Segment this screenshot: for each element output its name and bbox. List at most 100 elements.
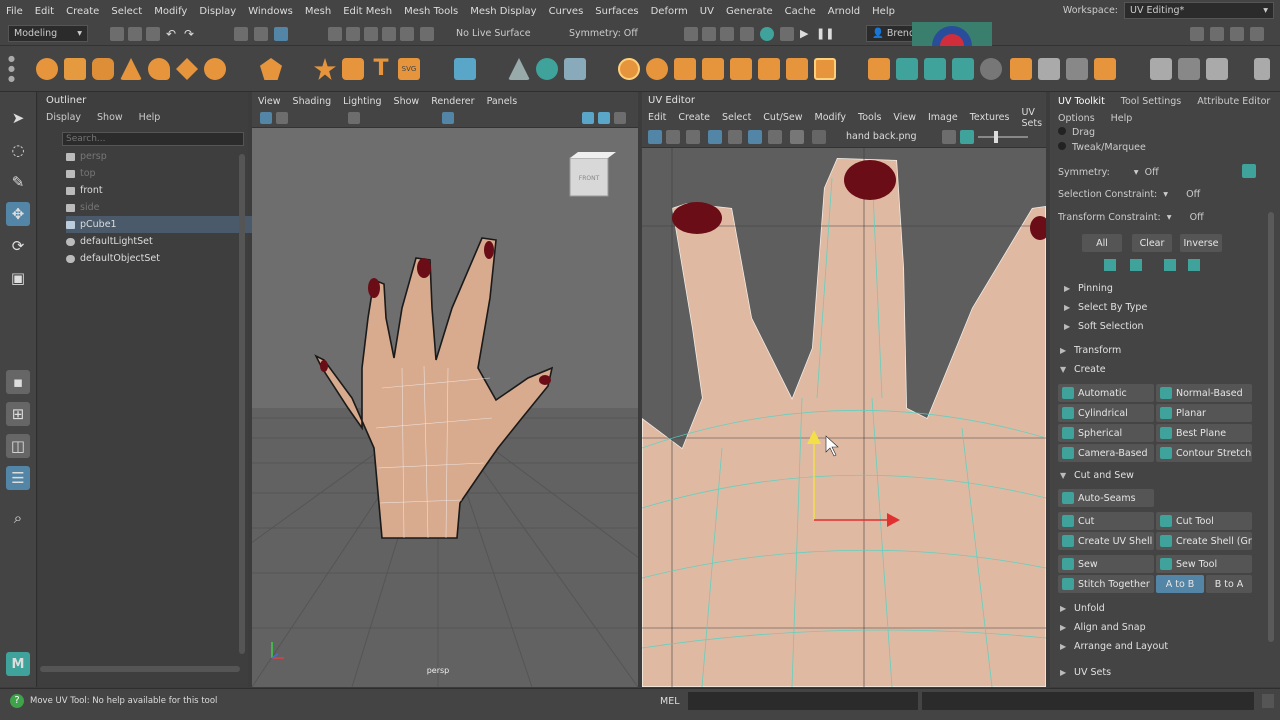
uv-menu-cut-sew[interactable]: Cut/Sew [757,112,808,123]
uv-menu-tools[interactable]: Tools [852,112,887,123]
outliner-item[interactable]: top [66,165,262,182]
poly-torus-icon[interactable] [148,58,170,80]
viewport-menu-view[interactable]: View [252,96,287,107]
type-text-icon[interactable]: T [370,58,392,80]
pinning-section[interactable]: ▶ Pinning [1064,280,1269,297]
brightness-slider-handle[interactable] [994,131,998,143]
toolkit-menu-options[interactable]: Options [1050,113,1103,124]
snap-curve-icon[interactable] [346,27,360,41]
brightness-slider[interactable] [978,136,1028,138]
menu-help[interactable]: Help [866,6,901,17]
outliner-item[interactable]: defaultLightSet [66,233,262,250]
outliner-item[interactable]: pCube1 [66,216,262,233]
toolkit-menu-help[interactable]: Help [1103,113,1141,124]
menu-mesh[interactable]: Mesh [299,6,337,17]
uv-snapshot-icon[interactable] [768,130,782,144]
arnold-render-icon[interactable] [780,27,794,41]
undo-icon[interactable]: ↶ [166,27,180,41]
outliner-search[interactable] [62,132,244,146]
slide-edge-icon[interactable] [980,58,1002,80]
bevel-icon[interactable] [674,58,696,80]
menu-curves[interactable]: Curves [543,6,590,17]
create-best-plane-button[interactable]: Best Plane [1156,424,1252,442]
uv-menu-image[interactable]: Image [922,112,964,123]
offset-loop-icon[interactable] [1010,58,1032,80]
four-view-icon[interactable]: ⊞ [6,402,30,426]
workspace-dropdown[interactable]: UV Editing* ▾ [1124,2,1274,19]
bridge-icon[interactable] [618,58,640,80]
grab-icon[interactable] [1206,58,1228,80]
menu-cache[interactable]: Cache [779,6,822,17]
isolate-icon[interactable] [614,112,626,124]
uv-grid-toggle-icon[interactable] [748,130,762,144]
grow-selection-icon[interactable] [1104,259,1116,271]
select-shell-border-icon[interactable] [1164,259,1176,271]
move-tool-icon[interactable]: ✥ [6,202,30,226]
poly-sphere-icon[interactable] [36,58,58,80]
poly-cone-icon[interactable] [120,58,142,80]
symmetry-dropdown[interactable]: ▾ Off [1134,167,1159,178]
hypershade-icon[interactable] [740,27,754,41]
svg-icon[interactable]: SVG [398,58,420,80]
viewport-menu-renderer[interactable]: Renderer [425,96,480,107]
outliner-item[interactable]: side [66,199,262,216]
new-scene-icon[interactable] [110,27,124,41]
snap-grid-icon[interactable] [328,27,342,41]
uv-shell-icon[interactable] [666,130,680,144]
arrange-and-layout-section[interactable]: ▶ Arrange and Layout [1060,638,1265,655]
create-shell-grid-button[interactable]: Create Shell (Grid) [1156,532,1252,550]
create-camera-based-button[interactable]: Camera-Based [1058,444,1154,462]
uv-menu-select[interactable]: Select [716,112,757,123]
append-icon[interactable] [702,58,724,80]
save-scene-icon[interactable] [146,27,160,41]
sculpt-icon[interactable] [1150,58,1172,80]
mirror-icon[interactable] [508,58,530,80]
poly-disc-icon[interactable] [204,58,226,80]
toolkit-scrollbar[interactable] [1268,212,1274,642]
mode-dropdown[interactable]: Modeling ▾ [8,25,88,42]
freeze-transform-icon[interactable] [1094,58,1116,80]
sweep-mesh-icon[interactable] [342,58,364,80]
symmetry-status[interactable]: Symmetry: Off [569,28,638,39]
target-weld-icon[interactable] [896,58,918,80]
stitch-together-button[interactable]: Stitch Together [1058,575,1154,593]
menu-surfaces[interactable]: Surfaces [589,6,644,17]
viewport-menu-lighting[interactable]: Lighting [337,96,387,107]
clear-selection-button[interactable]: Clear [1132,234,1172,252]
align-and-snap-section[interactable]: ▶ Align and Snap [1060,619,1265,636]
render-view-icon[interactable] [702,27,716,41]
menu-mesh-display[interactable]: Mesh Display [464,6,542,17]
attribute-editor-icon[interactable] [1210,27,1224,41]
scale-tool-icon[interactable]: ▣ [6,266,30,290]
combine-icon[interactable] [564,58,586,80]
outliner-item[interactable]: front [66,182,262,199]
menu-modify[interactable]: Modify [148,6,193,17]
outliner-item[interactable]: persp [66,148,262,165]
outliner-search-input[interactable] [63,133,223,145]
outliner-menu-display[interactable]: Display [38,112,89,123]
menu-mesh-tools[interactable]: Mesh Tools [398,6,464,17]
center-pivot-icon[interactable] [1066,58,1088,80]
outliner-menu-show[interactable]: Show [89,112,131,123]
soft-selection-section[interactable]: ▶ Soft Selection [1064,318,1269,335]
selection-constraint-dropdown[interactable]: ▾ Off [1163,189,1200,200]
uv-menu-view[interactable]: View [887,112,922,123]
create-automatic-button[interactable]: Automatic [1058,384,1154,402]
viewport-menu-show[interactable]: Show [388,96,426,107]
tool-settings-icon[interactable] [1230,27,1244,41]
auto-seams-button[interactable]: Auto-Seams [1058,489,1154,507]
tab-attribute-editor[interactable]: Attribute Editor [1189,96,1278,107]
outliner-view-icon[interactable]: ☰ [6,466,30,490]
outliner-item[interactable]: defaultObjectSet [66,250,262,267]
select-component-icon[interactable] [274,27,288,41]
rotate-tool-icon[interactable]: ⟳ [6,234,30,258]
menu-display[interactable]: Display [193,6,242,17]
render-settings-icon[interactable] [720,27,734,41]
make-live-icon[interactable] [420,27,434,41]
unfold-section[interactable]: ▶ Unfold [1060,600,1265,617]
outliner-scrollbar[interactable] [239,154,245,654]
paint-select-icon[interactable]: ✎ [6,170,30,194]
create-uv-shell-button[interactable]: Create UV Shell [1058,532,1154,550]
perspective-viewport[interactable]: View Shading Lighting Show Renderer Panels [252,92,638,687]
fill-hole-icon[interactable] [730,58,752,80]
